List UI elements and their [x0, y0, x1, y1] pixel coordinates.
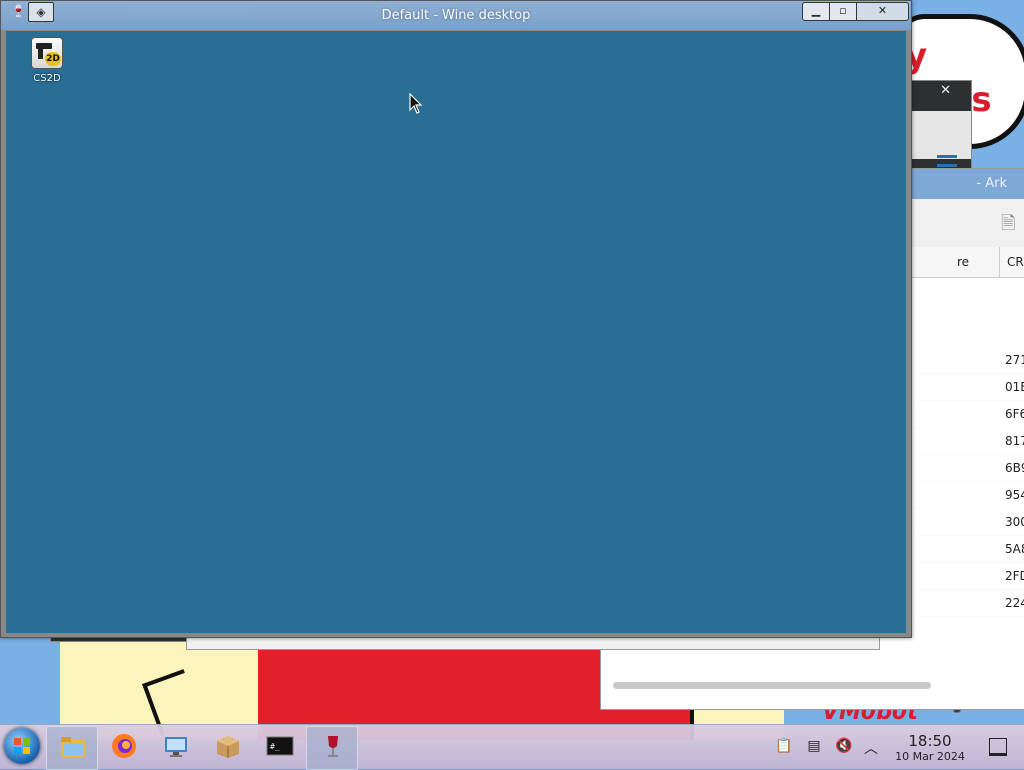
taskbar-terminal[interactable]: #_: [254, 726, 304, 768]
terminal-icon: #_: [266, 736, 294, 756]
volume-muted-icon[interactable]: 🔇: [835, 738, 852, 754]
archive-manager-icon: [217, 736, 239, 758]
start-menu-icon: [14, 738, 30, 754]
desktop-icon-cs2d[interactable]: 2D CS2D: [26, 37, 68, 84]
ark-title: - Ark: [976, 176, 1007, 191]
taskbar-wine[interactable]: [306, 726, 358, 770]
close-button[interactable]: ✕: [856, 2, 909, 21]
clock[interactable]: 18:50 10 Mar 2024: [880, 732, 980, 763]
remote-desktop-icon: [165, 737, 187, 757]
firefox-icon: [112, 734, 136, 758]
column-header-crc[interactable]: CR: [1007, 255, 1024, 269]
taskbar: #_ 📋 ▤ 🔇 ︿ 18:50 10 Mar 2024: [0, 724, 1024, 770]
crc-cell: 2FD: [1005, 569, 1024, 583]
crc-cell: 5A8: [1005, 542, 1024, 556]
column-header-size[interactable]: re: [957, 255, 969, 269]
svg-text:#_: #_: [270, 742, 280, 751]
clock-time: 18:50: [908, 732, 952, 750]
window-title: Default - Wine desktop: [381, 8, 531, 23]
wine-desktop-window[interactable]: 🍷 ◈ Default - Wine desktop ▁ ▫ ✕ 2D CS2D: [0, 0, 912, 638]
wine-icon: [328, 736, 338, 757]
clipboard-icon[interactable]: 📋: [775, 738, 792, 754]
crc-cell: 224: [1005, 596, 1024, 610]
close-icon[interactable]: ✕: [940, 83, 951, 98]
minimize-button[interactable]: ▁: [802, 2, 830, 21]
start-button[interactable]: [4, 728, 40, 764]
tray-expand-icon[interactable]: ︿: [863, 738, 879, 757]
taskbar-file-manager[interactable]: [46, 726, 98, 770]
desktop-icon-label: CS2D: [33, 73, 61, 84]
crc-cell: 954: [1005, 488, 1024, 502]
taskbar-firefox[interactable]: [98, 726, 148, 768]
crc-cell: 01E: [1005, 380, 1024, 394]
cs2d-badge: 2D: [45, 52, 61, 66]
wine-desktop-area[interactable]: 2D CS2D: [6, 31, 906, 633]
taskbar-remote-desktop[interactable]: [150, 726, 200, 768]
horizontal-scrollbar[interactable]: [613, 682, 931, 689]
crc-cell: 817: [1005, 434, 1024, 448]
wine-titlebar[interactable]: 🍷 ◈ Default - Wine desktop ▁ ▫ ✕: [1, 1, 911, 30]
crc-cell: 271: [1005, 353, 1024, 367]
storage-icon[interactable]: ▤: [806, 738, 822, 754]
clock-date: 10 Mar 2024: [895, 750, 965, 763]
document-icon[interactable]: 🗎: [1001, 211, 1015, 241]
crc-cell: 6F6: [1005, 407, 1024, 421]
column-divider: [999, 247, 1000, 277]
maximize-button[interactable]: ▫: [829, 2, 857, 21]
cs2d-icon: 2D: [31, 37, 63, 69]
show-desktop-icon[interactable]: [989, 738, 1007, 756]
file-manager-icon: [61, 737, 85, 757]
taskbar-archive-manager[interactable]: [202, 726, 252, 768]
crc-cell: 300: [1005, 515, 1024, 529]
crc-cell: 6B9: [1005, 461, 1024, 475]
